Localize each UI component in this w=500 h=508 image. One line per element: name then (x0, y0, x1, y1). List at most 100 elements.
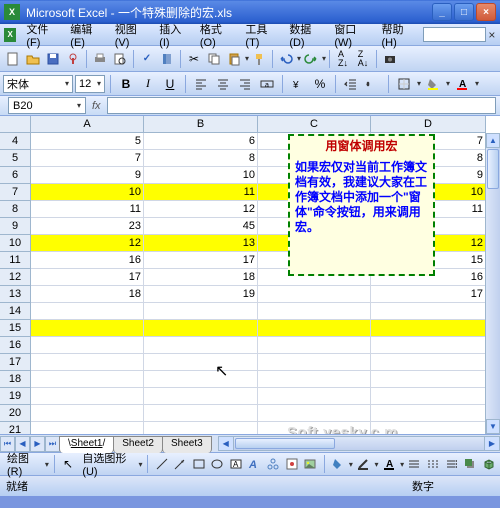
cell[interactable] (258, 354, 371, 371)
cell[interactable]: 5 (31, 133, 144, 150)
horizontal-scrollbar[interactable]: ◀ ▶ (218, 436, 500, 451)
cell[interactable]: 10 (144, 167, 258, 184)
cell[interactable] (371, 371, 486, 388)
clipart-icon[interactable] (283, 454, 300, 474)
research-icon[interactable] (157, 49, 177, 69)
cell[interactable] (31, 371, 144, 388)
cell[interactable] (371, 303, 486, 320)
fill-color-icon[interactable] (423, 74, 443, 94)
formula-input[interactable] (107, 97, 496, 114)
hscroll-thumb[interactable] (235, 438, 335, 449)
italic-button[interactable]: I (138, 74, 158, 94)
shadow-icon[interactable] (462, 454, 479, 474)
cell[interactable] (144, 303, 258, 320)
save-icon[interactable] (43, 49, 63, 69)
cell[interactable] (258, 320, 371, 337)
cell[interactable] (371, 405, 486, 422)
underline-button[interactable]: U (160, 74, 180, 94)
select-objects-icon[interactable]: ↖ (60, 454, 77, 474)
row-header[interactable]: 20 (0, 405, 31, 422)
cell[interactable] (144, 422, 258, 434)
scroll-up-icon[interactable]: ▲ (486, 133, 500, 148)
sort-desc-icon[interactable]: ZA↓ (353, 49, 373, 69)
row-header[interactable]: 14 (0, 303, 31, 320)
align-center-icon[interactable] (213, 74, 233, 94)
cell[interactable] (144, 388, 258, 405)
picture-icon[interactable] (302, 454, 319, 474)
cell[interactable]: 12 (144, 201, 258, 218)
cell[interactable] (144, 320, 258, 337)
column-header[interactable]: B (144, 116, 258, 133)
rect-icon[interactable] (190, 454, 207, 474)
font-size-combo[interactable]: 12▾ (75, 75, 105, 93)
paste-icon[interactable] (224, 49, 244, 69)
cell[interactable]: 18 (144, 269, 258, 286)
menu-data[interactable]: 数据(D) (283, 19, 328, 51)
menu-insert[interactable]: 插入(I) (153, 19, 194, 51)
row-header[interactable]: 10 (0, 235, 31, 252)
fill-shape-icon[interactable] (329, 454, 346, 474)
minimize-button[interactable]: _ (432, 3, 452, 21)
row-header[interactable]: 9 (0, 218, 31, 235)
scroll-down-icon[interactable]: ▼ (486, 419, 500, 434)
row-header[interactable]: 16 (0, 337, 31, 354)
row-header[interactable]: 12 (0, 269, 31, 286)
line-icon[interactable] (153, 454, 170, 474)
open-icon[interactable] (23, 49, 43, 69)
worksheet-grid[interactable]: ABCD 456789101112131415161718192021 5677… (0, 116, 500, 434)
3d-icon[interactable] (480, 454, 497, 474)
sheet-tab-1[interactable]: \Sheet1/ (59, 436, 114, 453)
cell[interactable] (258, 405, 371, 422)
cell[interactable] (31, 354, 144, 371)
permission-icon[interactable] (63, 49, 83, 69)
dash-style-icon[interactable] (425, 454, 442, 474)
merge-center-icon[interactable]: a (257, 74, 277, 94)
fx-icon[interactable]: fx (92, 100, 101, 112)
hscroll-left-icon[interactable]: ◀ (219, 437, 234, 450)
ask-help-input[interactable] (423, 27, 485, 42)
dec-indent-icon[interactable] (341, 74, 361, 94)
wordart-icon[interactable]: A (246, 454, 263, 474)
row-header[interactable]: 5 (0, 150, 31, 167)
fontcolor-dropdown-icon[interactable]: ▾ (474, 79, 479, 88)
column-header[interactable]: C (258, 116, 371, 133)
cell[interactable]: 17 (31, 269, 144, 286)
cell[interactable] (31, 422, 144, 434)
spell-icon[interactable]: ✓ (137, 49, 157, 69)
row-header[interactable]: 15 (0, 320, 31, 337)
copy-icon[interactable] (204, 49, 224, 69)
sheet-tab-3[interactable]: Sheet3 (162, 436, 212, 453)
row-header[interactable]: 13 (0, 286, 31, 303)
cell[interactable]: 18 (31, 286, 144, 303)
row-header[interactable]: 7 (0, 184, 31, 201)
cell[interactable] (31, 337, 144, 354)
menu-format[interactable]: 格式(O) (194, 19, 240, 51)
menu-tools[interactable]: 工具(T) (239, 19, 283, 51)
cell[interactable] (31, 320, 144, 337)
oval-icon[interactable] (209, 454, 226, 474)
align-left-icon[interactable] (191, 74, 211, 94)
undo-icon[interactable] (276, 49, 296, 69)
cell[interactable]: 11 (31, 201, 144, 218)
vertical-scrollbar[interactable]: ▲ ▼ (485, 133, 500, 434)
cell[interactable] (258, 337, 371, 354)
borders-icon[interactable] (394, 74, 414, 94)
cell[interactable]: 23 (31, 218, 144, 235)
menu-file[interactable]: 文件(F) (20, 19, 64, 51)
menu-window[interactable]: 窗口(W) (328, 19, 375, 51)
percent-icon[interactable]: % (310, 74, 330, 94)
name-box[interactable]: B20▾ (8, 97, 86, 114)
font-name-combo[interactable]: 宋体▾ (3, 75, 73, 93)
maximize-button[interactable]: □ (454, 3, 474, 21)
tab-last-icon[interactable]: ⏭ (45, 436, 60, 452)
cell[interactable]: 9 (31, 167, 144, 184)
cell[interactable] (144, 337, 258, 354)
cell[interactable] (371, 320, 486, 337)
row-header[interactable]: 8 (0, 201, 31, 218)
mdi-close-button[interactable]: × (486, 28, 498, 42)
select-all-corner[interactable] (0, 116, 31, 133)
row-header[interactable]: 4 (0, 133, 31, 150)
cell[interactable] (371, 388, 486, 405)
cell[interactable] (144, 371, 258, 388)
redo-dropdown-icon[interactable]: ▾ (321, 54, 326, 63)
